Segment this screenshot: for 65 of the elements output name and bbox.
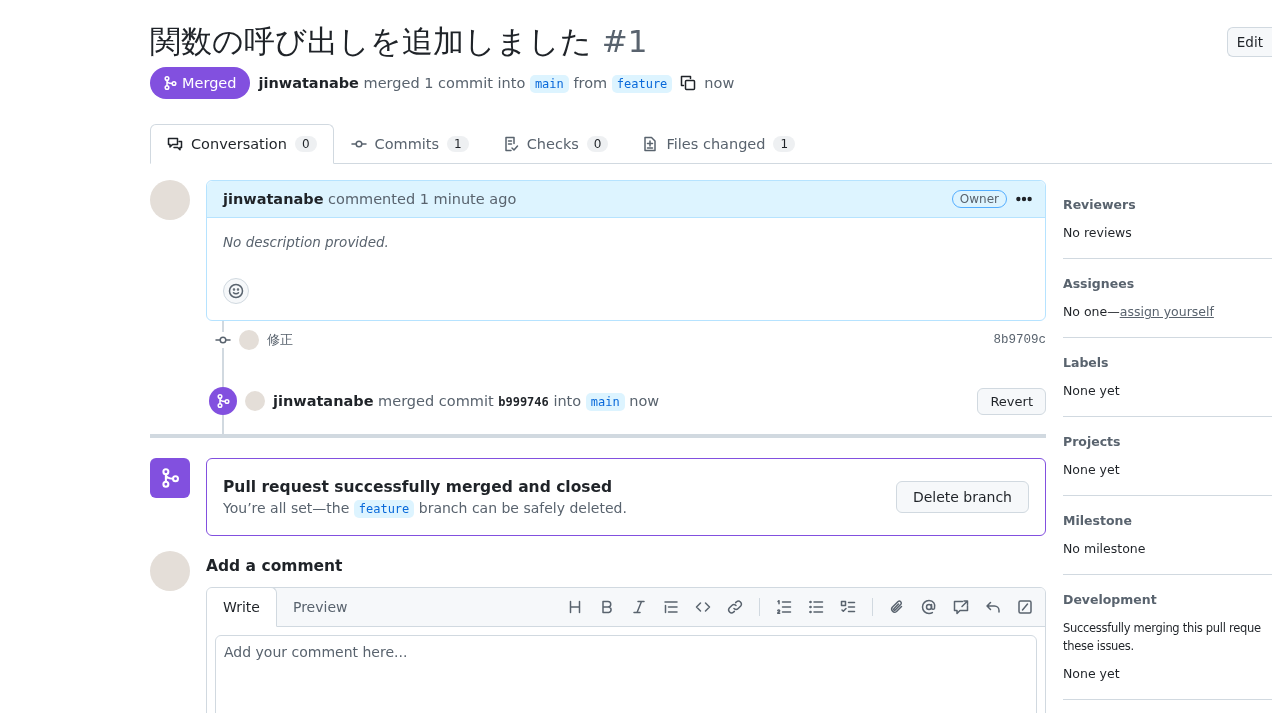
sidebar-heading[interactable]: Reviewers: [1063, 196, 1272, 214]
counter: 1: [447, 136, 469, 152]
sidebar-heading[interactable]: Labels: [1063, 354, 1272, 372]
merge-event-text: jinwatanabe merged commit b999746 into main now: [273, 393, 660, 409]
tab[interactable]: Commits 1: [333, 124, 486, 164]
counter: 0: [294, 136, 317, 152]
heading-icon[interactable]: [567, 598, 583, 615]
avatar: [239, 330, 259, 350]
bulleted-list-icon[interactable]: [808, 598, 824, 615]
cross-reference-icon[interactable]: [953, 598, 969, 615]
sidebar-value: None yet: [1063, 382, 1121, 400]
editor-tab[interactable]: Write: [207, 588, 277, 627]
bold-icon[interactable]: [599, 598, 615, 615]
merge-icon: [162, 75, 178, 91]
link-icon[interactable]: [727, 598, 743, 615]
counter: 1: [773, 136, 796, 152]
italic-icon[interactable]: [631, 598, 647, 615]
sidebar-value: None yet: [1063, 461, 1121, 479]
paperclip-icon[interactable]: [889, 598, 905, 615]
revert-button[interactable]: Revert: [977, 387, 1046, 415]
merge-icon: [215, 393, 231, 409]
copy-icon[interactable]: [680, 75, 697, 91]
slash-commands-icon[interactable]: [1017, 598, 1033, 615]
development-note: Successfully merging this pull reque these issues.: [1063, 620, 1262, 655]
timestamp: now: [704, 75, 735, 91]
file-diff-icon: [642, 136, 659, 152]
avatar: [150, 551, 190, 591]
comment-input-field[interactable]: Add your comment here...: [215, 635, 1037, 713]
tab[interactable]: Conversation 0: [150, 124, 334, 164]
quote-icon[interactable]: [663, 598, 679, 615]
editor-tab[interactable]: Preview: [275, 588, 365, 627]
tab[interactable]: Checks 0: [485, 124, 626, 164]
sidebar-heading[interactable]: Assignees: [1063, 275, 1272, 293]
edit-button[interactable]: Edit: [1226, 27, 1272, 57]
mention-icon[interactable]: [921, 598, 937, 615]
sidebar-value: No milestone: [1063, 540, 1147, 558]
pull-request-title: 関数の呼び出しを追加しました #1: [150, 22, 648, 61]
assign-yourself-link[interactable]: assign yourself: [1119, 304, 1214, 319]
numbered-list-icon[interactable]: [776, 598, 792, 615]
merge-icon: [159, 467, 181, 489]
add-reaction-button[interactable]: [223, 278, 249, 304]
delete-branch-button[interactable]: Delete branch: [895, 481, 1029, 513]
merge-summary: jinwatanabe merged 1 commit into main from feature: [258, 75, 673, 91]
notice-text: You’re all set—the feature branch can be safely deleted.: [223, 500, 628, 516]
task-list-icon[interactable]: [840, 598, 856, 615]
commit-message[interactable]: 修正: [267, 331, 293, 349]
comment-body: No description provided.: [222, 233, 390, 252]
tab[interactable]: Files changed 1: [625, 124, 813, 164]
notice-title: Pull request successfully merged and closed: [223, 478, 614, 496]
sidebar-heading[interactable]: Milestone: [1063, 512, 1272, 530]
sidebar-value: No reviews: [1063, 224, 1133, 242]
avatar: [150, 180, 190, 220]
checklist-icon: [502, 136, 519, 152]
merged-status-badge: Merged: [150, 67, 251, 99]
commit-sha[interactable]: 8b9709c: [993, 333, 1046, 347]
section-heading: Add a comment: [206, 556, 344, 577]
sidebar-heading[interactable]: Projects: [1063, 433, 1272, 451]
smiley-icon: [228, 283, 244, 299]
avatar: [245, 391, 265, 411]
sidebar-heading[interactable]: Development: [1063, 591, 1272, 609]
sidebar-value: None yet: [1063, 665, 1121, 683]
counter: 0: [586, 136, 609, 152]
comment-header-text: jinwatanabe commented 1 minute ago: [223, 191, 517, 207]
conversation-icon: [167, 136, 183, 152]
sidebar-value: No one—assign yourself: [1063, 303, 1215, 321]
